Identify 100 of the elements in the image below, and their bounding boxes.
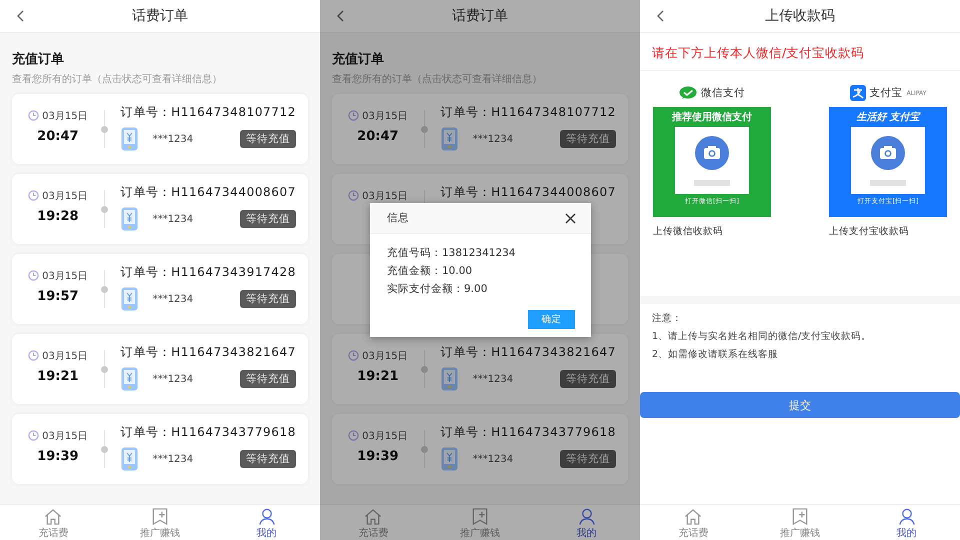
tab-item[interactable]: 充话费	[0, 505, 107, 540]
submit-button[interactable]: 提交	[640, 392, 960, 418]
order-number: 订单号：H11647343917428	[120, 264, 296, 281]
upload-caption: 上传支付宝收款码	[829, 225, 910, 238]
notes-title: 注意：	[652, 312, 683, 325]
order-card[interactable]: 03月15日 19:39 订单号：H11647343779618 ***1234 等待充值	[12, 414, 308, 484]
order-card[interactable]: 03月15日 20:47 订单号：H11647348107712 ***1234 等待充值	[12, 94, 308, 164]
order-number: 订单号：H11647348107712	[440, 104, 616, 121]
tab-item[interactable]: 推广赚钱	[106, 505, 214, 540]
close-icon[interactable]	[565, 212, 576, 224]
clock-icon	[348, 350, 360, 361]
tab-item[interactable]: 我的	[213, 505, 320, 540]
bookmark-plus-icon	[151, 508, 169, 525]
phone-number: ***1234	[152, 214, 194, 224]
phone-icon	[440, 127, 458, 151]
phone-number: ***1234	[152, 294, 194, 304]
tab-item[interactable]: 推广赚钱	[746, 505, 854, 540]
order-time: 20:47	[357, 128, 399, 146]
tab-item[interactable]: 我的	[533, 505, 640, 540]
order-date: 03月15日	[362, 110, 408, 122]
phone-icon	[120, 207, 138, 231]
page-title: 话费订单	[132, 7, 188, 25]
order-card[interactable]: 03月15日 19:28 订单号：H11647344008607 ***1234 等待充值	[12, 174, 308, 244]
timeline-dot	[100, 206, 108, 213]
phone-number: ***1234	[152, 374, 194, 384]
back-icon[interactable]	[656, 10, 664, 22]
section-title: 充值订单	[12, 50, 65, 68]
timeline-dot	[100, 286, 108, 293]
section-subtitle: 查看您所有的订单（点击状态可查看详细信息）	[12, 72, 223, 86]
order-date: 03月15日	[42, 430, 88, 442]
status-button[interactable]: 等待充值	[240, 210, 296, 228]
home-icon	[363, 508, 384, 525]
bookmark-plus-icon	[471, 508, 489, 525]
status-button[interactable]: 等待充值	[560, 370, 616, 388]
page-title: 话费订单	[452, 7, 508, 25]
phone-number: ***1234	[152, 454, 194, 464]
upload-caption: 上传微信收款码	[653, 225, 724, 238]
order-number: 订单号：H11647348107712	[120, 104, 296, 121]
camera-icon	[695, 136, 729, 170]
order-date: 03月15日	[362, 430, 408, 442]
timeline-dot	[100, 366, 108, 373]
timeline-dot	[420, 366, 428, 373]
placeholder-bar	[694, 180, 730, 186]
clock-icon	[28, 190, 40, 201]
home-icon	[683, 508, 704, 525]
banner-title: 推荐使用微信支付	[672, 110, 752, 124]
phone-number: ***1234	[472, 454, 514, 464]
dialog-line: 充值号码：13812341234	[387, 246, 516, 260]
order-card[interactable]: 03月15日 20:47 订单号：H11647348107712 ***1234 等待充值	[332, 94, 628, 164]
brand-name: 支付宝	[870, 86, 903, 100]
timeline-dot	[100, 126, 108, 133]
order-number: 订单号：H11647343779618	[120, 424, 296, 441]
dialog-line: 实际支付金额：9.00	[387, 282, 488, 296]
order-time: 19:28	[37, 208, 79, 226]
tab-item[interactable]: 我的	[853, 505, 960, 540]
phone-icon	[120, 447, 138, 471]
status-button[interactable]: 等待充值	[560, 130, 616, 148]
phone-number: ***1234	[472, 374, 514, 384]
tab-item[interactable]: 推广赚钱	[426, 505, 534, 540]
order-date: 03月15日	[362, 350, 408, 362]
order-card[interactable]: 03月15日 19:57 订单号：H11647343917428 ***1234 等待充值	[12, 254, 308, 324]
note-text: 2、如需修改请联系在线客服	[652, 348, 780, 361]
back-icon[interactable]	[336, 10, 344, 22]
status-button[interactable]: 等待充值	[560, 450, 616, 468]
clock-icon	[28, 110, 40, 121]
order-time: 19:57	[37, 288, 79, 306]
order-time: 19:21	[357, 368, 399, 386]
status-button[interactable]: 等待充值	[240, 450, 296, 468]
tab-item[interactable]: 充话费	[640, 505, 747, 540]
wechat-pay-icon	[679, 86, 697, 100]
tab-item[interactable]: 充话费	[320, 505, 427, 540]
order-card[interactable]: 03月15日 19:21 订单号：H11647343821647 ***1234 等待充值	[332, 334, 628, 404]
section-title: 充值订单	[332, 50, 385, 68]
back-icon[interactable]	[16, 10, 24, 22]
order-number: 订单号：H11647344008607	[120, 184, 296, 201]
placeholder-bar	[870, 180, 906, 186]
clock-icon	[28, 350, 40, 361]
status-button[interactable]: 等待充值	[240, 290, 296, 308]
phone-icon	[120, 127, 138, 151]
phone-number: ***1234	[472, 134, 514, 144]
order-time: 19:21	[37, 368, 79, 386]
status-button[interactable]: 等待充值	[240, 130, 296, 148]
person-icon	[898, 508, 916, 525]
banner-title: 生活好 支付宝	[856, 110, 920, 124]
clock-icon	[348, 430, 360, 441]
order-date: 03月15日	[42, 190, 88, 202]
order-card[interactable]: 03月15日 19:39 订单号：H11647343779618 ***1234 等待充值	[332, 414, 628, 484]
order-card[interactable]: 03月15日 19:21 订单号：H11647343821647 ***1234 等待充值	[12, 334, 308, 404]
camera-icon	[871, 136, 905, 170]
clock-icon	[28, 270, 40, 281]
phone-icon	[120, 287, 138, 311]
clock-icon	[348, 110, 360, 121]
order-number: 订单号：H11647343821647	[120, 344, 296, 361]
order-number: 订单号：H11647343779618	[440, 424, 616, 441]
clock-icon	[28, 430, 40, 441]
order-time: 20:47	[37, 128, 79, 146]
order-number: 订单号：H11647343821647	[440, 344, 616, 361]
order-date: 03月15日	[42, 350, 88, 362]
brand-name: 微信支付	[701, 86, 745, 100]
status-button[interactable]: 等待充值	[240, 370, 296, 388]
